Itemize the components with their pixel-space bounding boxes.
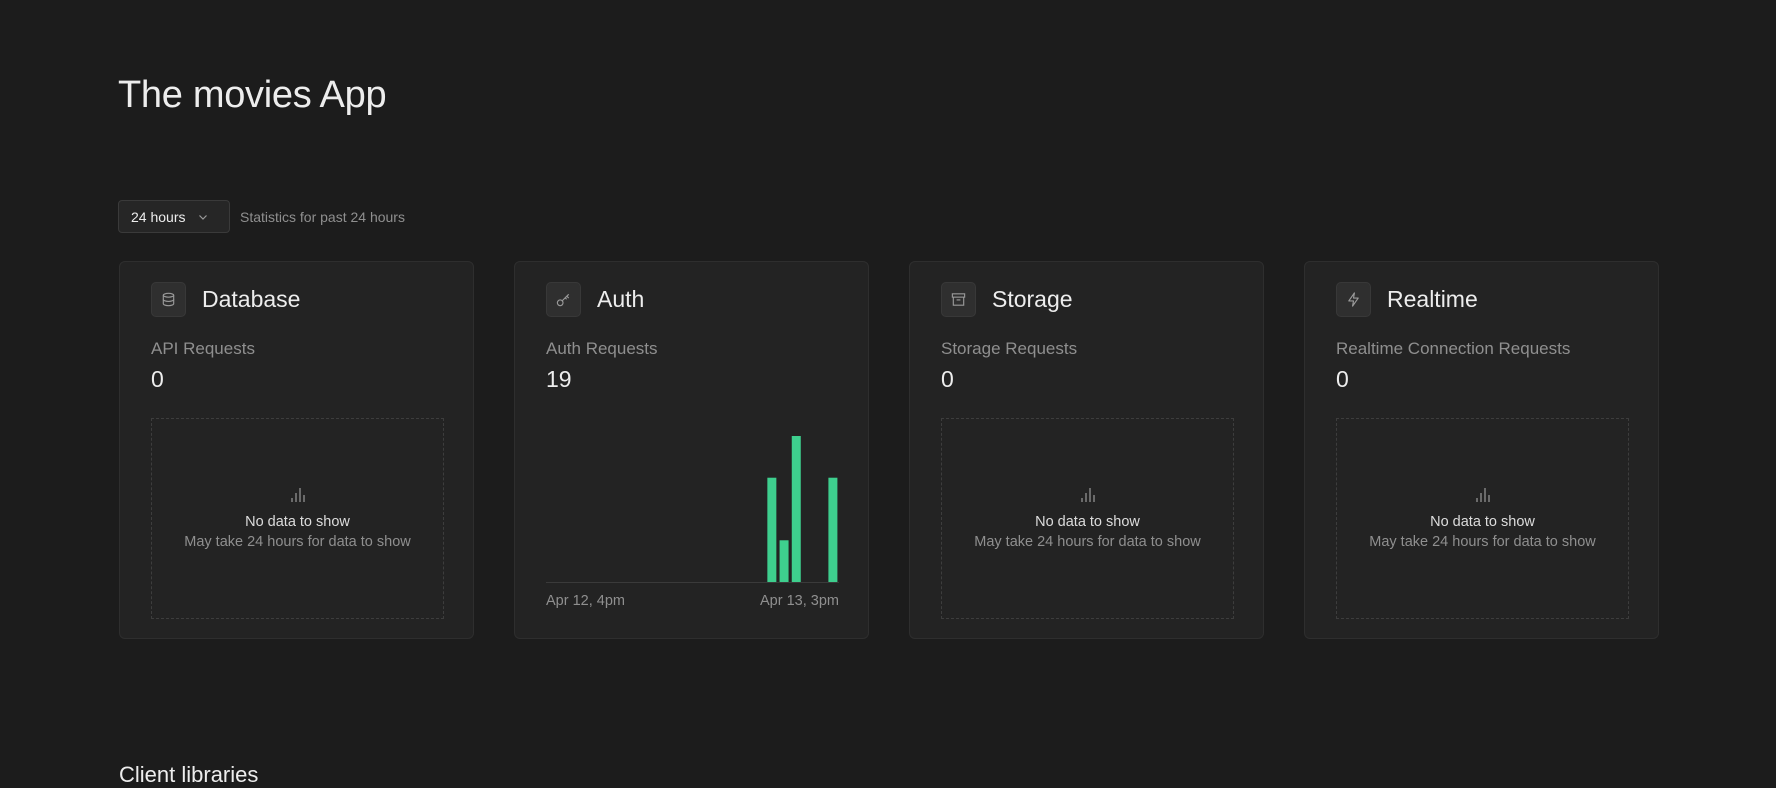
metric-label: Realtime Connection Requests (1336, 339, 1571, 358)
project-home: The movies App 24 hours Statistics for p… (0, 0, 1776, 788)
chart-bar[interactable] (791, 436, 801, 582)
bar-chart-icon (1080, 487, 1095, 502)
time-range-value: 24 hours (131, 208, 186, 225)
realtime-card[interactable]: Realtime Realtime Connection Requests 0 … (1304, 261, 1659, 639)
auth-requests-chart (546, 436, 839, 583)
database-icon (151, 282, 186, 317)
empty-state-title: No data to show (1035, 513, 1140, 530)
card-title: Storage (992, 286, 1073, 312)
page-title: The movies App (118, 74, 387, 116)
auth-card[interactable]: Auth Auth Requests 19 Apr 12, 4pm Apr 13… (514, 261, 869, 639)
x-axis-end-label: Apr 13, 3pm (760, 593, 839, 609)
metric-value: 0 (151, 366, 164, 392)
metric-value: 0 (1336, 366, 1349, 392)
bar-chart-icon (1475, 487, 1490, 502)
card-title: Auth (597, 286, 645, 312)
card-header: Realtime (1336, 282, 1478, 317)
key-icon (546, 282, 581, 317)
metric-value: 19 (546, 366, 572, 392)
chart-bar[interactable] (779, 540, 789, 582)
empty-state-subtitle: May take 24 hours for data to show (184, 533, 411, 550)
empty-state: No data to show May take 24 hours for da… (1336, 418, 1629, 619)
empty-state-subtitle: May take 24 hours for data to show (974, 533, 1201, 550)
empty-state-title: No data to show (1430, 513, 1535, 530)
empty-state: No data to show May take 24 hours for da… (151, 418, 444, 619)
chart-bar[interactable] (767, 477, 777, 582)
client-libraries-heading: Client libraries (119, 762, 259, 787)
lightning-icon (1336, 282, 1371, 317)
range-note: Statistics for past 24 hours (240, 208, 405, 225)
metric-label: API Requests (151, 339, 255, 358)
metric-label: Auth Requests (546, 339, 658, 358)
card-title: Realtime (1387, 286, 1478, 312)
empty-state: No data to show May take 24 hours for da… (941, 418, 1234, 619)
range-row: 24 hours Statistics for past 24 hours (118, 200, 405, 233)
empty-state-subtitle: May take 24 hours for data to show (1369, 533, 1596, 550)
chevron-down-icon (199, 214, 208, 220)
x-axis-start-label: Apr 12, 4pm (546, 593, 625, 609)
card-title: Database (202, 286, 301, 312)
card-header: Auth (546, 282, 644, 317)
chart-bar[interactable] (828, 477, 838, 582)
archive-icon (941, 282, 976, 317)
chart-x-axis: Apr 12, 4pm Apr 13, 3pm (546, 593, 839, 609)
metric-label: Storage Requests (941, 339, 1078, 358)
time-range-select[interactable]: 24 hours (118, 200, 230, 233)
storage-card[interactable]: Storage Storage Requests 0 No data to sh… (909, 261, 1264, 639)
card-header: Storage (941, 282, 1073, 317)
bar-chart-icon (290, 487, 305, 502)
empty-state-title: No data to show (245, 513, 350, 530)
database-card[interactable]: Database API Requests 0 No data to show … (119, 261, 474, 639)
card-header: Database (151, 282, 300, 317)
metric-value: 0 (941, 366, 954, 392)
